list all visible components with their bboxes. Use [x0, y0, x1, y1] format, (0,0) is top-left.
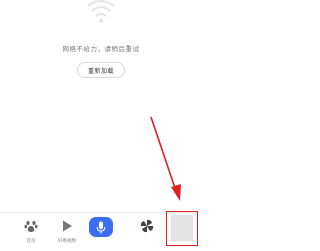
nav-home-label: 首页: [26, 239, 36, 244]
nav-voice[interactable]: [89, 217, 117, 247]
nav-home[interactable]: 首页: [17, 217, 45, 247]
paw-icon: [24, 221, 38, 232]
play-icon: [63, 220, 72, 232]
voice-search-button[interactable]: [89, 217, 113, 237]
nav-feed[interactable]: [133, 217, 161, 247]
nav-video[interactable]: 好看视频: [53, 217, 81, 247]
reload-button[interactable]: 重新加载: [77, 62, 125, 78]
nav-video-label: 好看视频: [58, 239, 76, 244]
microphone-icon: [96, 221, 106, 233]
pinwheel-icon: [140, 219, 154, 233]
error-message: 网络不给力，请稍后重试: [62, 45, 140, 53]
highlight-box: [166, 211, 198, 246]
wifi-icon: [87, 0, 115, 23]
